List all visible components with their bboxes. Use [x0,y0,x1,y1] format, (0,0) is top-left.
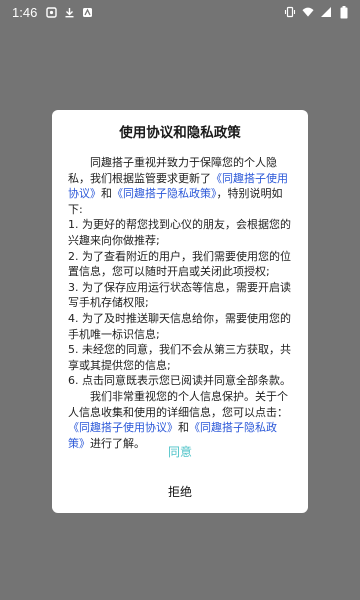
intro-paragraph: 同趣搭子重视并致力于保障您的个人隐私，我们根据监管要求更新了《同趣搭子使用协议》… [68,155,292,217]
list-item: 1. 为更好的帮您找到心仪的朋友，会根据您的兴趣来向你做推荐; [68,218,291,247]
app-icon [81,6,93,18]
notification-icon [45,6,57,18]
intro-and: 和 [101,187,112,201]
dialog-content: 同趣搭子重视并致力于保障您的个人隐私，我们根据监管要求更新了《同趣搭子使用协议》… [68,155,292,451]
list-item: 4. 为了及时推送聊天信息给你，需要使用您的手机唯一标识信息; [68,311,291,341]
battery-icon [338,5,350,18]
list-item: 6. 点击同意既表示您已阅读并同意全部条款。 [68,374,291,388]
agree-button[interactable]: 同意 [52,438,308,464]
status-left: 1:46 [12,5,93,20]
privacy-dialog: 使用协议和隐私政策 同趣搭子重视并致力于保障您的个人隐私，我们根据监管要求更新了… [52,110,308,513]
signal-icon [320,6,332,18]
list-item: 3. 为了保存应用运行状态等信息，需要开启读写手机存储权限; [68,280,291,310]
list-item: 5. 未经您的同意，我们不会从第三方获取，共享或其提供您的信息; [68,343,291,372]
status-time: 1:46 [12,4,38,20]
list-item: 2. 为了查看附近的用户，我们需要使用您的位置信息，您可以随时开启或关闭此项授权… [68,249,291,279]
refuse-button[interactable]: 拒绝 [52,478,308,504]
wifi-icon [302,6,314,18]
dialog-title: 使用协议和隐私政策 [119,125,241,141]
vibrate-icon [284,6,296,18]
download-icon [63,6,75,18]
dialog-actions: 同意 拒绝 [52,413,308,513]
privacy-policy-link[interactable]: 《同趣搭子隐私政策》 [112,187,217,200]
status-bar: 1:46 [0,0,360,24]
status-right [284,5,350,18]
